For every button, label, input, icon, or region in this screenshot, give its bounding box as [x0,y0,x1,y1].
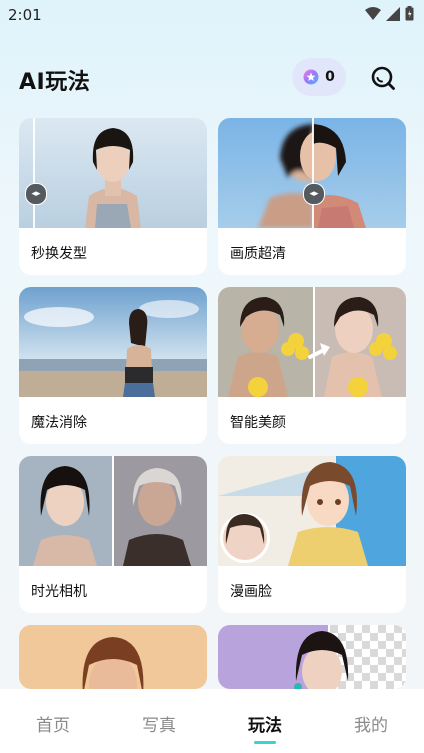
status-bar: 2:01 [0,0,424,30]
coin-icon [303,69,319,85]
compare-divider [33,118,35,228]
card-hairstyle[interactable]: ◂▸ 秒换发型 [19,118,207,275]
battery-icon [405,6,414,21]
status-icons [365,6,414,21]
wifi-icon [365,6,381,20]
compare-slider-handle[interactable]: ◂▸ [303,183,325,205]
search-button[interactable] [367,62,399,94]
time-camera-preview-image [19,456,207,566]
nav-play[interactable]: 玩法 [212,689,318,753]
nav-play-label: 玩法 [248,716,282,736]
compare-divider [312,118,314,228]
coin-count: 0 [325,69,335,85]
card-portrait-partial[interactable] [19,625,207,689]
compare-slider-handle[interactable]: ◂▸ [25,183,47,205]
nav-active-indicator [254,741,276,744]
card-label: 秒换发型 [31,246,87,262]
card-label: 时光相机 [31,584,87,600]
nav-mine[interactable]: 我的 [318,689,424,753]
card-hd-enhance[interactable]: ◂▸ 画质超清 [218,118,406,275]
comic-face-preview-image [218,456,406,566]
signal-icon [386,6,400,21]
page-title: AI玩法 [19,70,91,95]
smart-beauty-preview-image [218,287,406,397]
card-label: 智能美颜 [230,415,286,431]
cutout-preview-image [218,625,406,689]
card-label: 画质超清 [230,246,286,262]
card-magic-eraser[interactable]: 魔法消除 [19,287,207,444]
nav-home-label: 首页 [36,716,70,736]
nav-portrait-label: 写真 [142,716,176,736]
card-label: 漫画脸 [230,584,272,600]
card-time-camera[interactable]: 时光相机 [19,456,207,613]
nav-mine-label: 我的 [354,716,388,736]
nav-portrait[interactable]: 写真 [106,689,212,753]
magic-eraser-preview-image [19,287,207,397]
hd-enhance-preview-image: ◂▸ [218,118,406,228]
status-time: 2:01 [8,6,42,24]
header: AI玩法 0 [0,56,424,100]
card-cutout-partial[interactable] [218,625,406,689]
nav-home[interactable]: 首页 [0,689,106,753]
portrait-preview-image [19,625,207,689]
card-smart-beauty[interactable]: 智能美颜 [218,287,406,444]
hairstyle-preview-image: ◂▸ [19,118,207,228]
coin-balance-button[interactable]: 0 [292,58,346,96]
search-icon [371,66,395,90]
card-comic-face[interactable]: 漫画脸 [218,456,406,613]
bottom-nav: 首页 写真 玩法 我的 [0,689,424,753]
card-label: 魔法消除 [31,415,87,431]
